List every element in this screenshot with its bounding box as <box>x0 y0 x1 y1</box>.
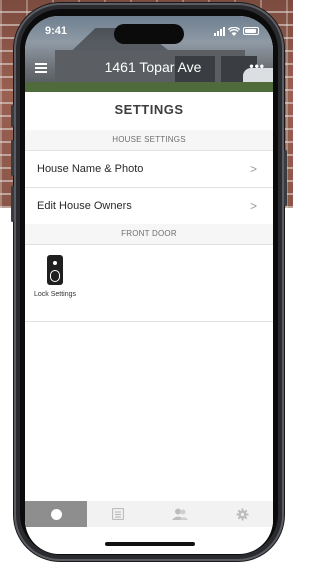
page-title: SETTINGS <box>114 102 184 117</box>
section-header-front-door: FRONT DOOR <box>25 224 273 244</box>
tab-home[interactable] <box>25 501 87 527</box>
battery-icon <box>243 27 259 35</box>
list-icon <box>112 508 124 520</box>
tab-guests[interactable] <box>149 501 211 527</box>
lock-settings-label: Lock Settings <box>33 291 77 298</box>
gear-icon <box>236 508 248 520</box>
house-name-title: 1461 Topar Ave <box>104 59 202 75</box>
chevron-right-icon: > <box>249 162 257 176</box>
lawn <box>25 82 273 92</box>
smart-lock-icon <box>47 255 63 285</box>
tab-activity[interactable] <box>87 501 149 527</box>
house-name-photo-row[interactable]: House Name & Photo > <box>25 150 273 187</box>
more-dots-icon[interactable]: ••• <box>249 59 265 73</box>
users-icon <box>172 508 188 520</box>
hamburger-menu-icon[interactable] <box>35 63 47 73</box>
settings-content: HOUSE SETTINGS House Name & Photo > Edit… <box>25 130 273 322</box>
mute-switch <box>11 105 14 127</box>
home-indicator[interactable] <box>105 542 195 546</box>
status-icons <box>214 26 259 36</box>
edit-house-owners-row[interactable]: Edit House Owners > <box>25 187 273 224</box>
front-door-panel: Lock Settings <box>25 244 273 322</box>
volume-up-button <box>11 140 14 176</box>
lock-settings-tile[interactable]: Lock Settings <box>30 255 80 298</box>
wifi-icon <box>228 26 240 36</box>
circle-dot-icon <box>50 508 62 520</box>
volume-down-button <box>11 186 14 222</box>
power-button <box>284 150 287 206</box>
bottom-tab-bar <box>25 501 273 527</box>
dynamic-island <box>114 24 184 44</box>
app-screen: 9:41 1461 Topar Ave ••• SETTINGS HOUSE S… <box>25 16 273 554</box>
cellular-signal-icon <box>214 26 225 36</box>
status-time: 9:41 <box>45 25 68 37</box>
tab-settings[interactable] <box>211 501 273 527</box>
section-header-house-settings: HOUSE SETTINGS <box>25 130 273 150</box>
app-screenshot: 9:41 1461 Topar Ave ••• SETTINGS HOUSE S… <box>0 0 293 564</box>
row-label: House Name & Photo <box>37 163 144 175</box>
chevron-right-icon: > <box>249 199 257 213</box>
row-label: Edit House Owners <box>37 200 132 212</box>
